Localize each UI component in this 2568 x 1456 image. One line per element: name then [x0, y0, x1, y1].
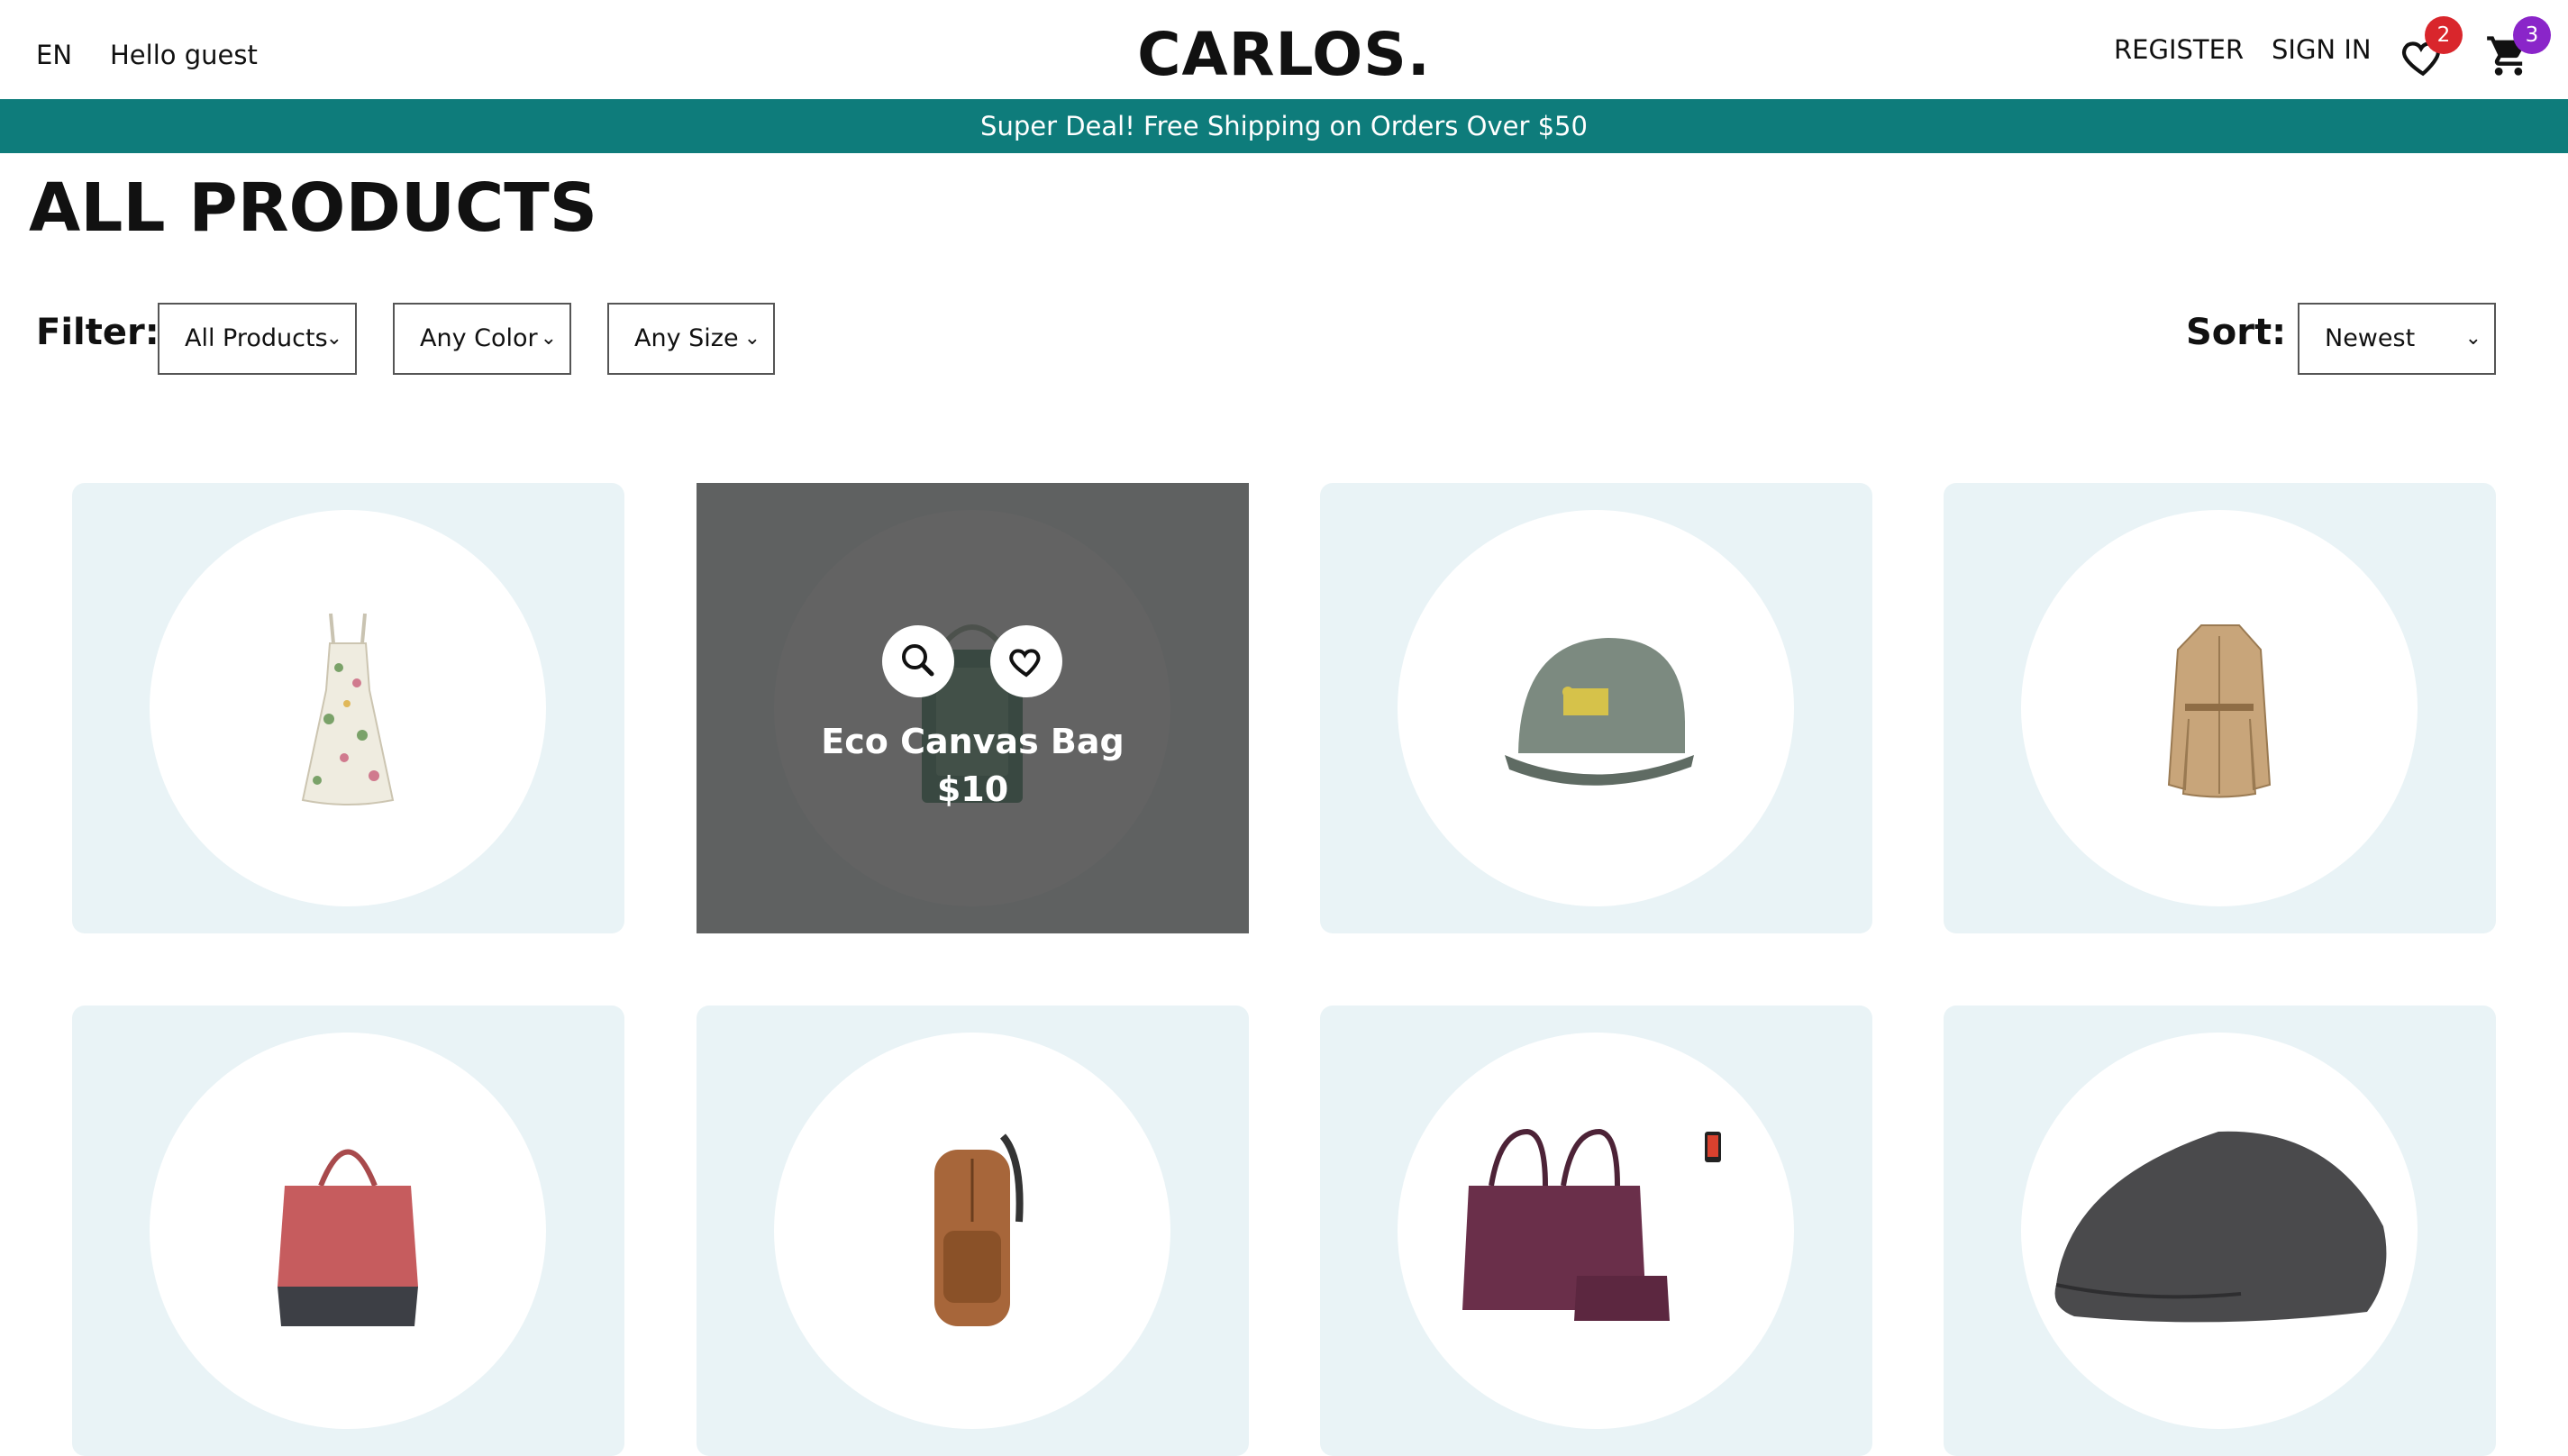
product-name: Eco Canvas Bag: [821, 722, 1125, 761]
page-title: ALL PRODUCTS: [29, 169, 598, 247]
quick-view-button[interactable]: [882, 625, 954, 697]
sort-value: Newest: [2325, 324, 2416, 352]
sign-in-link[interactable]: SIGN IN: [2272, 34, 2372, 65]
filter-label: Filter:: [36, 312, 159, 353]
sort-label: Sort:: [2186, 312, 2287, 353]
product-card[interactable]: [1320, 483, 1872, 933]
product-card[interactable]: [1944, 483, 2496, 933]
wishlist-count-badge: 2: [2425, 16, 2463, 54]
size-filter-select[interactable]: Any Size ⌄: [607, 303, 775, 375]
product-card[interactable]: [1320, 1006, 1872, 1456]
product-card[interactable]: [72, 1006, 624, 1456]
beige-trench-coat-image: [2167, 624, 2272, 798]
sort-select[interactable]: Newest ⌄: [2298, 303, 2496, 375]
size-filter-value: Any Size: [634, 324, 739, 352]
green-baseball-cap-image: [1505, 638, 1694, 786]
brown-leather-backpack-image: [934, 1133, 1024, 1326]
product-card[interactable]: [697, 1006, 1249, 1456]
heart-icon: [1009, 649, 1041, 678]
category-filter-select[interactable]: All Products ⌄: [158, 303, 357, 375]
product-card[interactable]: [1944, 1006, 2496, 1456]
floral-dress-image: [301, 613, 395, 805]
search-icon: [902, 644, 934, 677]
product-card[interactable]: [72, 483, 624, 933]
red-tote-bag-image: [278, 1149, 418, 1326]
chevron-down-icon: ⌄: [325, 327, 342, 350]
chevron-down-icon: ⌄: [743, 327, 760, 350]
cart-count-badge: 3: [2513, 16, 2551, 54]
color-filter-select[interactable]: Any Color ⌄: [393, 303, 571, 375]
category-filter-value: All Products: [185, 324, 328, 352]
top-header: EN Hello guest CARLOS. REGISTER SIGN IN …: [0, 0, 2568, 99]
announcement-bar: Super Deal! Free Shipping on Orders Over…: [0, 99, 2568, 153]
grey-flat-cap-image: [2054, 1131, 2387, 1323]
chevron-down-icon: ⌄: [2464, 327, 2481, 350]
product-price: $10: [936, 769, 1009, 809]
color-filter-value: Any Color: [420, 324, 538, 352]
register-link[interactable]: REGISTER: [2114, 34, 2244, 65]
chevron-down-icon: ⌄: [540, 327, 557, 350]
product-card[interactable]: Eco Canvas Bag $10: [697, 483, 1249, 933]
product-hover-overlay: [697, 483, 1249, 933]
add-to-wishlist-button[interactable]: [990, 625, 1062, 697]
purple-laptop-handbag-image: [1462, 1128, 1721, 1321]
